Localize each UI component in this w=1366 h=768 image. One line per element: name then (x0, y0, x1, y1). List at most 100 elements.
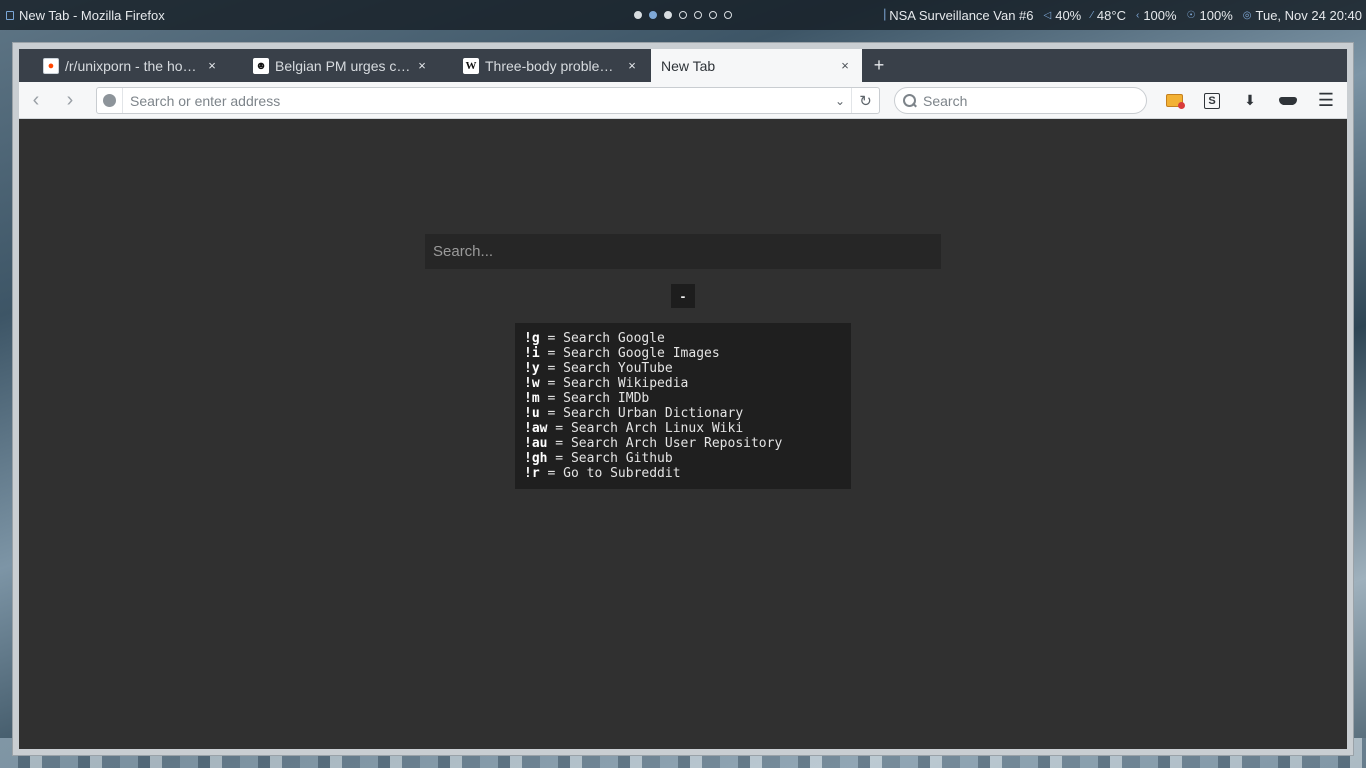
window-title-text: New Tab - Mozilla Firefox (19, 7, 165, 23)
brightness-icon: ☉ (1186, 9, 1196, 21)
wikipedia-icon: W (463, 57, 479, 74)
startpage-search-input[interactable] (425, 234, 941, 269)
tab-title: New Tab (661, 57, 716, 74)
extension-button[interactable] (1155, 82, 1193, 119)
shortcut-desc: = Search Urban Dictionary (539, 406, 744, 421)
window-icon (6, 10, 14, 20)
shortcut-desc: = Search Arch User Repository (547, 436, 783, 451)
workspace-dot[interactable] (664, 11, 672, 19)
shortcut-key: !r (524, 466, 540, 481)
clock-icon: ◎ (1242, 9, 1252, 21)
temperature-icon: ⁄ (1091, 9, 1093, 21)
close-icon[interactable]: × (625, 58, 639, 73)
tray-battery[interactable]: ‹ 100% (1136, 8, 1177, 23)
shortcut-desc: = Search Google Images (539, 346, 720, 361)
address-bar: ⌄ ↻ (96, 87, 880, 114)
search-input[interactable] (923, 88, 1146, 113)
shortcut-key: !gh (524, 451, 548, 466)
shortcut-line: !i = Search Google Images (524, 346, 842, 361)
shortcut-key: !aw (524, 421, 548, 436)
stylish-button[interactable]: S (1193, 82, 1231, 119)
navigation-toolbar: ‹ › ⌄ ↻ S ⬇ ☰ (19, 82, 1347, 119)
page-content: - !g = Search Google !i = Search Google … (19, 119, 1347, 749)
extension-toolbar: S ⬇ (1155, 82, 1307, 119)
tab-three-body[interactable]: W Three-body problem - Wikipedia × (439, 49, 649, 82)
battery-icon: ‹ (1135, 9, 1140, 21)
workspace-switcher (634, 11, 732, 19)
workspace-dot[interactable] (709, 11, 717, 19)
tab-unixporn[interactable]: ● /r/unixporn - the home for *NIX custom… (19, 49, 229, 82)
back-button[interactable]: ‹ (19, 82, 53, 119)
chevron-down-icon[interactable]: ⌄ (829, 94, 851, 108)
reload-button[interactable]: ↻ (851, 88, 879, 113)
tray-volume[interactable]: ◁ 40% (1044, 8, 1082, 23)
brightness-level: 100% (1199, 7, 1233, 23)
close-icon[interactable]: × (415, 58, 429, 73)
hamburger-menu-button[interactable]: ☰ (1309, 82, 1343, 119)
download-icon: ⬇ (1244, 92, 1256, 108)
tray-temperature[interactable]: ⁄ 48°C (1091, 8, 1126, 23)
tray-clock[interactable]: ◎ Tue, Nov 24 20:40 (1243, 8, 1362, 23)
search-icon[interactable] (903, 93, 917, 108)
desktop-top-panel: New Tab - Mozilla Firefox ▕ NSA Surveill… (0, 0, 1366, 30)
help-toggle-button[interactable]: - (671, 284, 695, 308)
search-bar (894, 87, 1147, 114)
workspace-dot[interactable] (649, 11, 657, 19)
close-icon[interactable]: × (838, 58, 852, 73)
volume-icon: ◁ (1043, 9, 1052, 21)
shortcut-key: !g (524, 331, 540, 346)
tab-title: /r/unixporn - the home for *NIX customis… (65, 57, 205, 74)
shortcut-line: !g = Search Google (524, 331, 842, 346)
site-identity-icon[interactable] (97, 88, 123, 113)
shortcut-desc: = Search Wikipedia (539, 376, 689, 391)
battery-level: 100% (1143, 7, 1177, 23)
tab-strip: ● /r/unixporn - the home for *NIX custom… (19, 49, 1347, 82)
shortcut-line: !gh = Search Github (524, 451, 842, 466)
wifi-icon: ▕ (877, 9, 886, 21)
workspace-dot[interactable] (694, 11, 702, 19)
wifi-network-name: NSA Surveillance Van #6 (889, 7, 1034, 23)
private-browsing-button[interactable] (1269, 82, 1307, 119)
extension-icon (1165, 94, 1185, 109)
workspace-dot[interactable] (679, 11, 687, 19)
shortcut-key: !u (524, 406, 540, 421)
tab-title: Belgian PM urges calm, lockdown continue… (275, 57, 415, 74)
shortcut-line: !r = Go to Subreddit (524, 466, 842, 481)
tab-belgian-pm[interactable]: ☻ Belgian PM urges calm, lockdown contin… (229, 49, 439, 82)
stylish-icon: S (1204, 92, 1220, 109)
shortcut-desc: = Search YouTube (539, 361, 673, 376)
tab-title: Three-body problem - Wikipedia (485, 57, 625, 74)
close-icon[interactable]: × (205, 58, 219, 73)
person-icon: ☻ (253, 57, 269, 74)
workspace-dot[interactable] (634, 11, 642, 19)
tray-brightness[interactable]: ☉ 100% (1187, 8, 1233, 23)
shortcut-key: !y (524, 361, 540, 376)
shortcut-desc: = Search Github (547, 451, 673, 466)
shortcut-desc: = Search Arch Linux Wiki (547, 421, 744, 436)
panel-window-title: New Tab - Mozilla Firefox (6, 0, 165, 30)
clock-datetime: Tue, Nov 24 20:40 (1255, 7, 1362, 23)
shortcut-help-box: !g = Search Google !i = Search Google Im… (515, 323, 851, 489)
tray-wifi[interactable]: ▕ NSA Surveillance Van #6 (878, 8, 1034, 23)
shortcut-line: !au = Search Arch User Repository (524, 436, 842, 451)
new-tab-button[interactable]: + (862, 49, 896, 82)
temperature-value: 48°C (1096, 7, 1126, 23)
shortcut-line: !m = Search IMDb (524, 391, 842, 406)
shortcut-desc: = Go to Subreddit (539, 466, 681, 481)
tab-new-tab[interactable]: New Tab × (651, 49, 862, 82)
reddit-icon: ● (43, 57, 59, 74)
volume-level: 40% (1055, 7, 1082, 23)
shortcut-line: !u = Search Urban Dictionary (524, 406, 842, 421)
shortcut-key: !au (524, 436, 548, 451)
downloads-button[interactable]: ⬇ (1231, 82, 1269, 119)
shortcut-key: !w (524, 376, 540, 391)
shortcut-key: !i (524, 346, 540, 361)
shortcut-desc: = Search IMDb (539, 391, 650, 406)
url-input[interactable] (123, 88, 829, 113)
shortcut-desc: = Search Google (539, 331, 665, 346)
system-tray: ▕ NSA Surveillance Van #6 ◁ 40% ⁄ 48°C ‹… (878, 0, 1362, 30)
workspace-dot[interactable] (724, 11, 732, 19)
shortcut-line: !w = Search Wikipedia (524, 376, 842, 391)
hamburger-icon: ☰ (1317, 90, 1335, 110)
forward-button[interactable]: › (53, 82, 87, 119)
